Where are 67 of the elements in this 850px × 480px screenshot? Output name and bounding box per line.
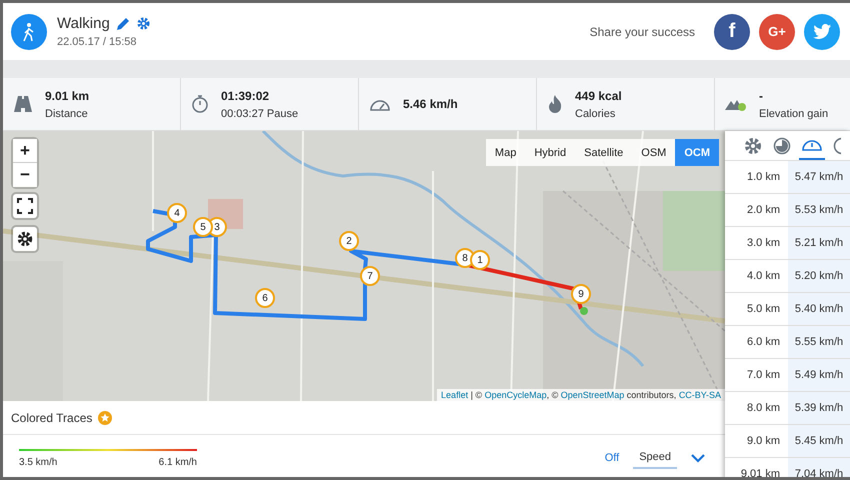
- trace-option[interactable]: Off: [598, 448, 626, 468]
- fullscreen-button[interactable]: [13, 194, 37, 218]
- split-distance: 8.0 km: [746, 401, 781, 416]
- split-speed: 5.53 km/h: [788, 194, 850, 226]
- stat-label: Distance: [45, 108, 89, 120]
- attribution-link[interactable]: Leaflet: [441, 390, 468, 400]
- pie-icon: [773, 136, 791, 154]
- split-speed: 5.20 km/h: [788, 260, 850, 292]
- star-icon: [98, 410, 112, 424]
- split-speed: 7.04 km/h: [788, 458, 850, 477]
- stopwatch-icon: [191, 94, 209, 114]
- activity-date: 22.05.17 / 15:58: [57, 36, 138, 48]
- flame-icon: [547, 94, 563, 114]
- stat-label: Elevation gain: [759, 108, 828, 120]
- map-attribution: Leaflet | © OpenCycleMap, © OpenStreetMap contributors, CC-BY-SA: [437, 389, 725, 401]
- stat-value: -: [759, 88, 764, 102]
- attribution-link[interactable]: OpenCycleMap: [484, 390, 547, 400]
- split-distance: 2.0 km: [746, 203, 781, 218]
- attribution-link[interactable]: OpenStreetMap: [560, 390, 624, 400]
- share-label: Share your success: [590, 24, 695, 38]
- split-speed: 5.55 km/h: [788, 326, 850, 358]
- split-speed: 5.39 km/h: [788, 392, 850, 424]
- split-speed: 5.47 km/h: [788, 161, 850, 193]
- layer-tab[interactable]: OCM: [675, 139, 719, 166]
- layer-tab[interactable]: Hybrid: [525, 139, 576, 166]
- fullscreen-icon: [17, 198, 33, 214]
- section-title: Colored Traces: [11, 410, 92, 424]
- legend-min: 3.5 km/h: [19, 456, 58, 468]
- chevron-down-icon[interactable]: [691, 454, 705, 462]
- share-button[interactable]: f: [714, 14, 750, 50]
- split-distance: 1.0 km: [746, 170, 781, 185]
- trace-option[interactable]: Speed: [633, 447, 677, 469]
- stat-value: 449 kcal: [575, 88, 622, 102]
- split-speed: 5.49 km/h: [788, 359, 850, 391]
- bird-icon: [813, 24, 831, 39]
- road-icon: [13, 94, 33, 114]
- split-distance: 7.0 km: [746, 368, 781, 383]
- legend-max: 6.1 km/h: [158, 456, 197, 468]
- zoom-in-button[interactable]: +: [13, 139, 37, 163]
- attribution-link[interactable]: CC-BY-SA: [678, 390, 721, 400]
- split-distance: 3.0 km: [746, 236, 781, 251]
- stat-label: 00:03:27 Pause: [221, 108, 298, 120]
- split-speed: 5.40 km/h: [788, 293, 850, 325]
- share-button[interactable]: G+: [759, 14, 795, 50]
- share-button[interactable]: [804, 14, 840, 50]
- layer-tab[interactable]: Satellite: [575, 139, 632, 166]
- split-distance: 6.0 km: [746, 335, 781, 350]
- settings-icon[interactable]: [136, 16, 151, 31]
- split-distance: 9.0 km: [746, 434, 781, 449]
- pencil-icon[interactable]: [116, 16, 130, 30]
- split-distance: 4.0 km: [746, 269, 781, 284]
- settings-button[interactable]: [13, 227, 37, 251]
- activity-icon: [11, 14, 47, 50]
- activity-title: Walking: [57, 15, 110, 32]
- layer-tab[interactable]: Map: [486, 139, 526, 166]
- gear-icon: [743, 136, 763, 156]
- split-speed: 5.21 km/h: [788, 227, 850, 259]
- stat-value: 9.01 km: [45, 88, 90, 102]
- split-distance: 9.01 km: [740, 467, 781, 477]
- stat-value: 5.46 km/h: [403, 97, 458, 111]
- stat-label: Calories: [575, 108, 616, 120]
- stat-value: 01:39:02: [221, 88, 270, 102]
- split-speed: 5.45 km/h: [788, 425, 850, 457]
- speedometer-icon: [801, 138, 823, 152]
- layer-tab[interactable]: OSM: [632, 139, 676, 166]
- split-distance: 5.0 km: [746, 302, 781, 317]
- gear-icon: [16, 230, 34, 248]
